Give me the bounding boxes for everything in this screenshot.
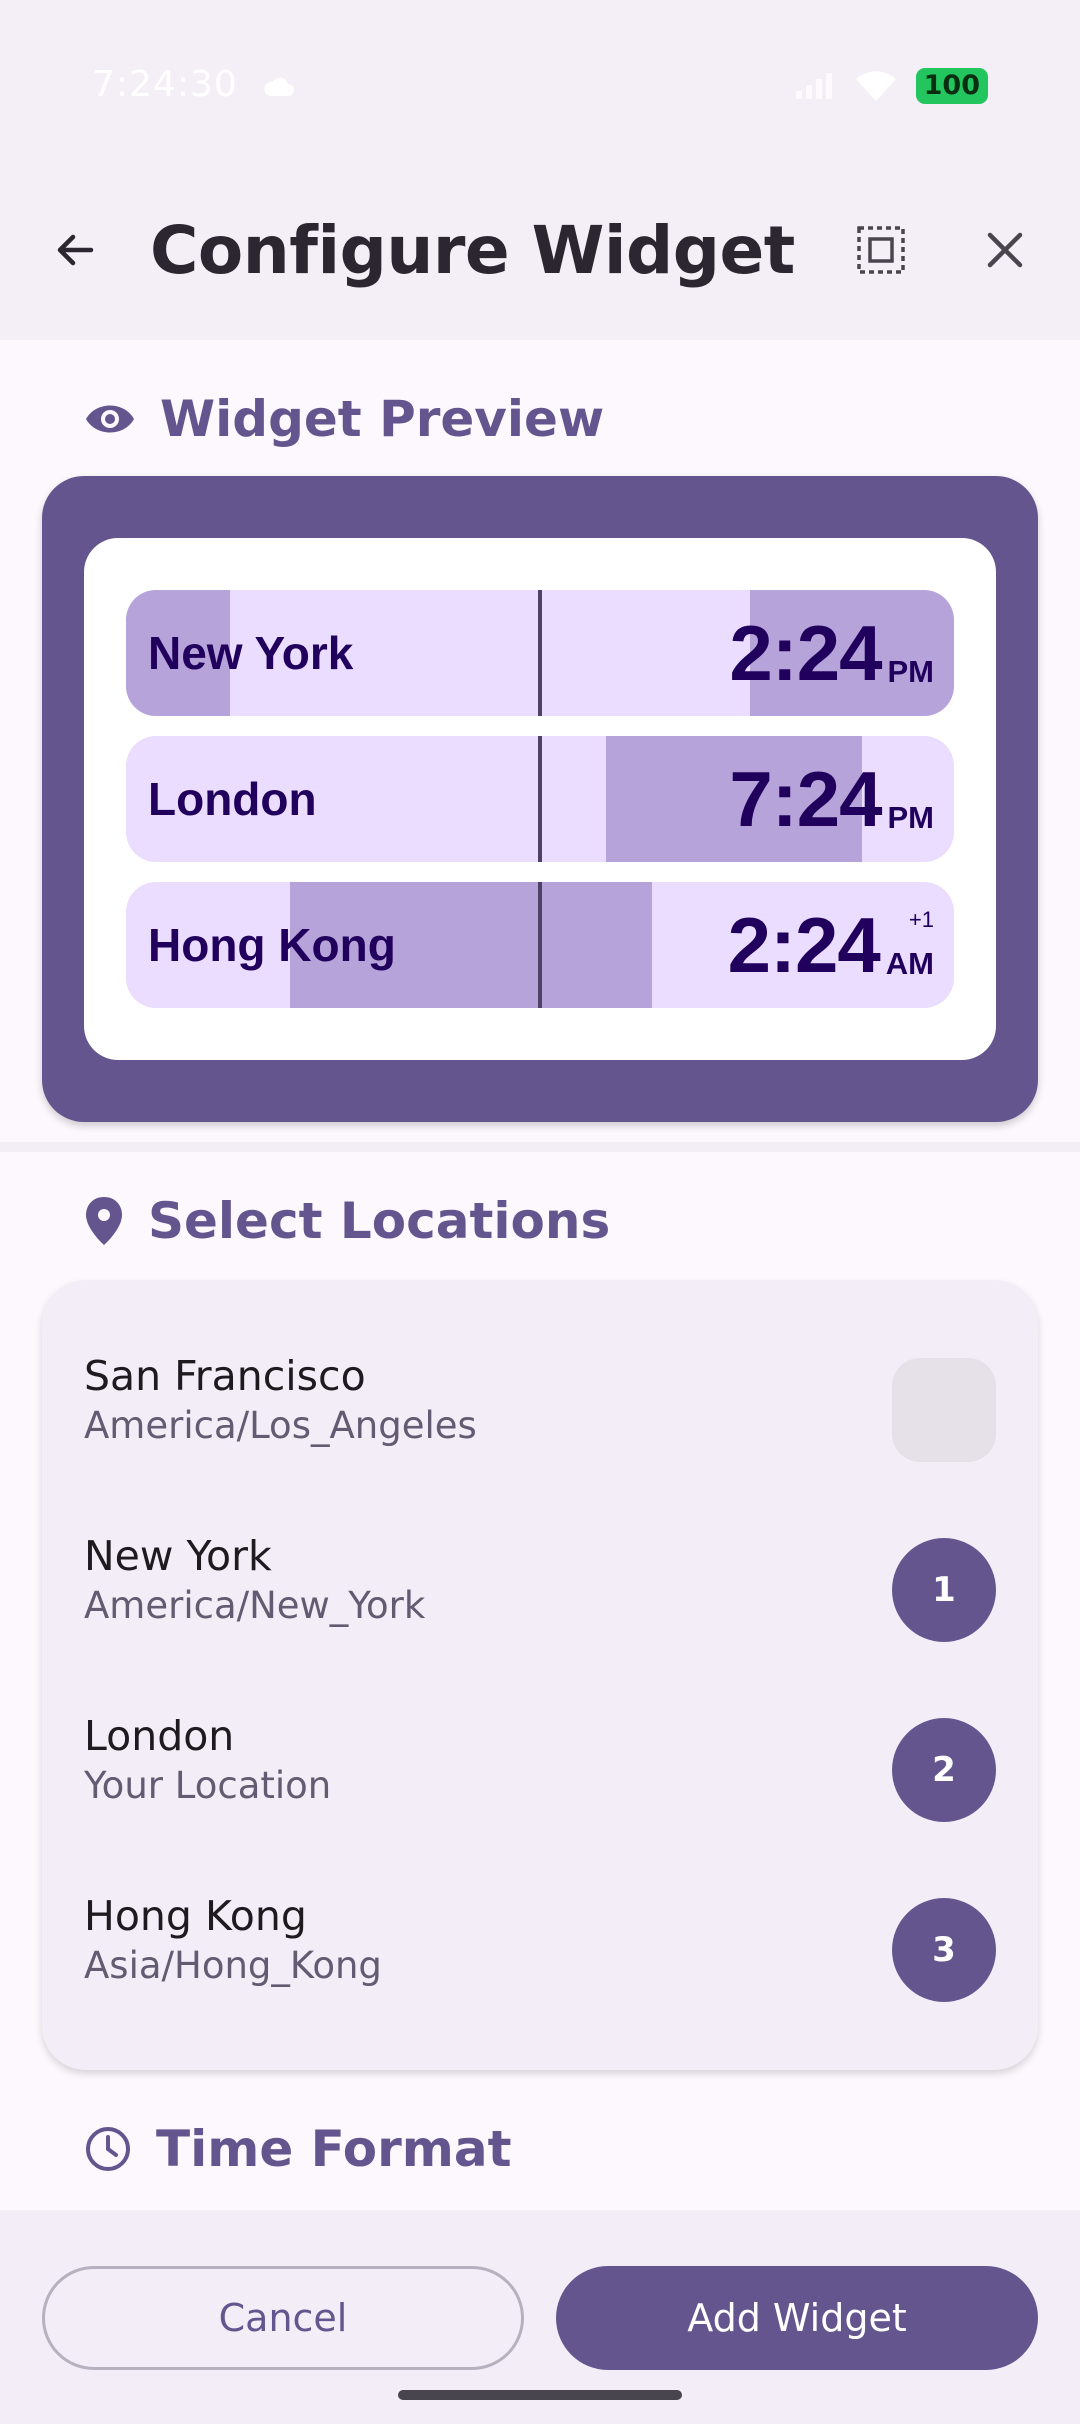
status-icons: 100 <box>794 66 988 106</box>
preview-time: 7:24 PM <box>729 736 934 862</box>
status-bar: 7:24:30 100 <box>0 0 1080 170</box>
preview-row-new-york: New York 2:24 PM <box>126 590 954 716</box>
location-item-new-york[interactable]: New York America/New_York 1 <box>42 1478 1038 1658</box>
locations-list: San Francisco America/Los_Angeles New Yo… <box>42 1280 1038 2070</box>
app-bar: Configure Widget <box>0 170 1080 340</box>
preview-section-header: Widget Preview <box>84 390 604 448</box>
day-offset-badge: +1 <box>908 907 934 932</box>
wifi-icon <box>855 71 896 101</box>
preview-clock: 7:24 <box>729 754 882 843</box>
location-item-hong-kong[interactable]: Hong Kong Asia/Hong_Kong 3 <box>42 1838 1038 2018</box>
battery-indicator: 100 <box>915 68 988 104</box>
preview-time: 2:24 PM <box>729 590 934 716</box>
close-icon <box>987 232 1023 268</box>
back-button[interactable] <box>30 205 120 295</box>
location-item-san-francisco[interactable]: San Francisco America/Los_Angeles <box>42 1298 1038 1478</box>
preview-clock: 2:24 <box>727 900 881 989</box>
location-pin-icon <box>86 1197 122 1245</box>
location-timezone: America/Los_Angeles <box>84 1404 477 1447</box>
status-time: 7:24:30 <box>92 64 238 105</box>
locations-section-header: Select Locations <box>84 1192 610 1250</box>
preview-time: 2:24 +1 AM <box>728 882 934 1008</box>
location-name: New York <box>84 1532 272 1580</box>
location-timezone: Your Location <box>84 1764 332 1807</box>
widget-preview: New York 2:24 PM London 7:24 PM Hong Kon… <box>42 476 1038 1122</box>
preview-city: London <box>148 773 317 825</box>
current-time-marker <box>538 590 542 716</box>
location-order-badge[interactable]: 1 <box>892 1538 996 1642</box>
preview-row-hong-kong: Hong Kong 2:24 +1 AM <box>126 882 954 1008</box>
arrow-back-icon <box>57 234 94 266</box>
page-title: Configure Widget <box>150 212 795 289</box>
location-timezone: Asia/Hong_Kong <box>84 1944 382 1987</box>
cancel-button[interactable]: Cancel <box>42 2266 524 2370</box>
clock-icon <box>86 2127 130 2171</box>
preview-ampm: PM <box>887 800 935 835</box>
location-timezone: America/New_York <box>84 1584 426 1627</box>
current-time-marker <box>538 882 542 1008</box>
close-button[interactable] <box>960 205 1050 295</box>
add-widget-button[interactable]: Add Widget <box>556 2266 1038 2370</box>
location-item-london[interactable]: London Your Location 2 <box>42 1658 1038 1838</box>
preview-city: Hong Kong <box>148 919 396 971</box>
widget-preview-card: New York 2:24 PM London 7:24 PM Hong Kon… <box>84 538 996 1060</box>
location-name: Hong Kong <box>84 1892 307 1940</box>
preview-row-london: London 7:24 PM <box>126 736 954 862</box>
location-order-badge[interactable]: 3 <box>892 1898 996 2002</box>
current-time-marker <box>538 736 542 862</box>
weather-icon <box>264 77 294 96</box>
preview-ampm: PM <box>887 654 935 689</box>
preview-ampm: AM <box>885 946 934 981</box>
location-checkbox[interactable] <box>892 1358 996 1462</box>
signal-icon <box>795 73 832 99</box>
location-name: San Francisco <box>84 1352 366 1400</box>
gesture-navigation-bar[interactable] <box>398 2390 682 2400</box>
location-name: London <box>84 1712 235 1760</box>
locations-section-title: Select Locations <box>148 1192 611 1250</box>
select-all-button[interactable] <box>836 205 926 295</box>
section-divider <box>0 1142 1080 1152</box>
eye-icon <box>86 405 134 433</box>
preview-section-title: Widget Preview <box>160 390 605 448</box>
time-format-section-title: Time Format <box>156 2120 512 2178</box>
location-order-badge[interactable]: 2 <box>892 1718 996 1822</box>
preview-city: New York <box>148 627 354 679</box>
select-all-icon <box>857 226 905 274</box>
preview-clock: 2:24 <box>729 608 882 697</box>
bottom-action-bar: Cancel Add Widget <box>0 2212 1080 2424</box>
time-format-section-header: Time Format <box>84 2120 512 2178</box>
content-area: Widget Preview New York 2:24 PM London 7… <box>0 340 1080 2210</box>
